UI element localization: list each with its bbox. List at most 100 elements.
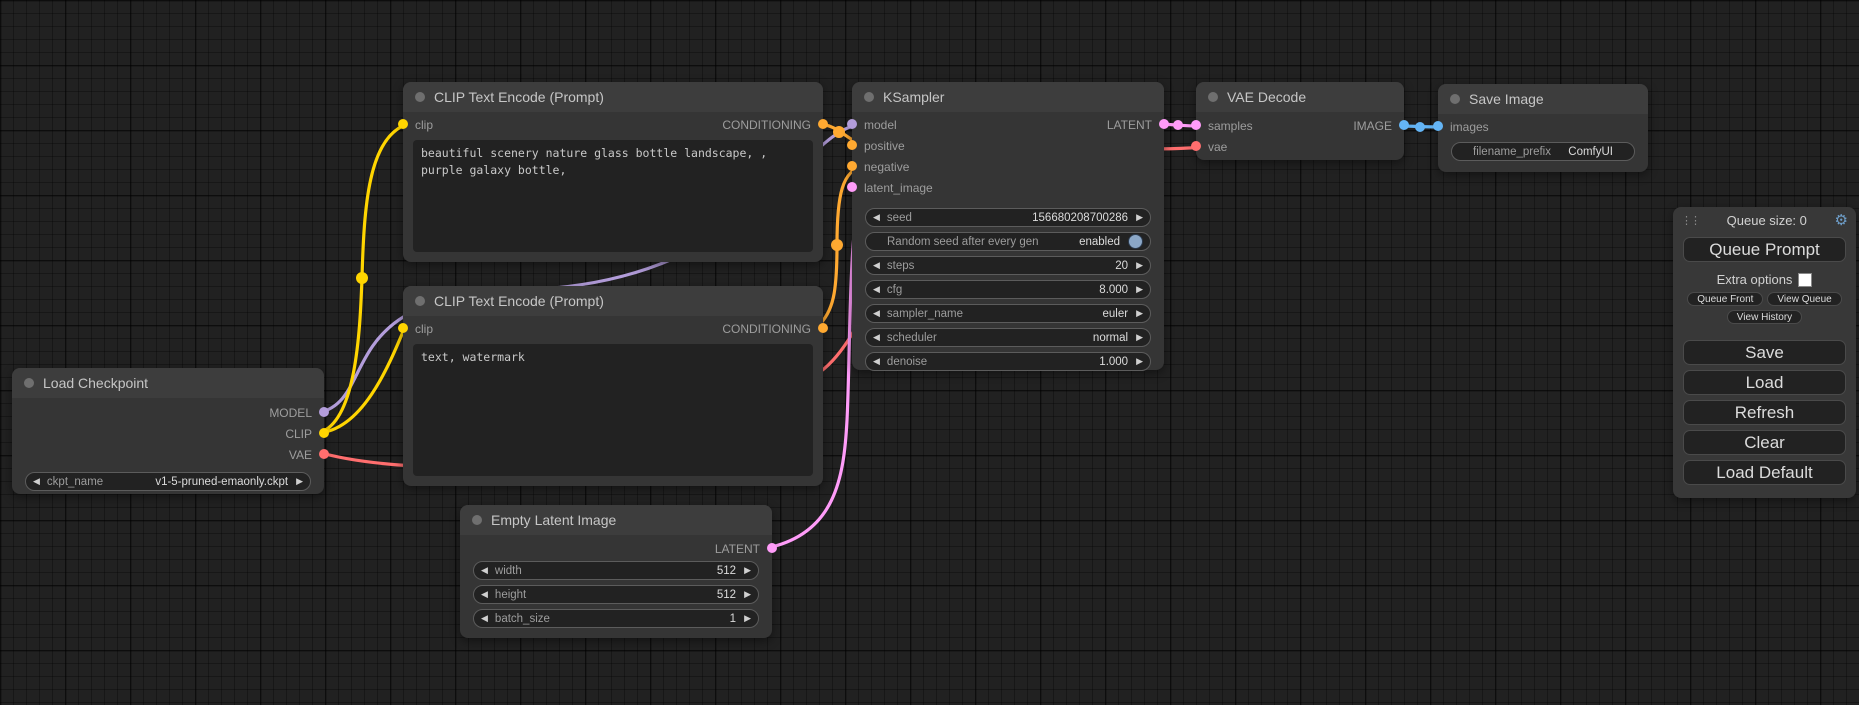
input-slot-clip[interactable] xyxy=(398,323,408,333)
node-load-checkpoint[interactable]: Load Checkpoint MODEL CLIP VAE ◀ ckpt_na… xyxy=(12,368,324,494)
prompt-textarea[interactable]: text, watermark xyxy=(413,344,813,476)
input-slot-model[interactable] xyxy=(847,119,857,129)
prev-arrow-icon[interactable]: ◀ xyxy=(873,213,880,222)
extra-options-label: Extra options xyxy=(1717,272,1793,287)
node-header[interactable]: Save Image xyxy=(1438,84,1648,114)
steps-widget[interactable]: ◀ steps 20 ▶ xyxy=(865,256,1151,275)
scheduler-widget[interactable]: ◀ scheduler normal ▶ xyxy=(865,328,1151,347)
next-arrow-icon[interactable]: ▶ xyxy=(744,566,751,575)
link-dot-conditioning-positive[interactable] xyxy=(833,126,845,138)
widget-value: 20 xyxy=(1115,260,1128,272)
sampler-name-widget[interactable]: ◀ sampler_name euler ▶ xyxy=(865,304,1151,323)
node-clip-text-encode-positive[interactable]: CLIP Text Encode (Prompt) clip CONDITION… xyxy=(403,82,823,262)
denoise-widget[interactable]: ◀ denoise 1.000 ▶ xyxy=(865,352,1151,371)
node-clip-text-encode-negative[interactable]: CLIP Text Encode (Prompt) clip CONDITION… xyxy=(403,286,823,486)
drag-handle-icon[interactable]: ⋮⋮ xyxy=(1681,214,1699,227)
prev-arrow-icon[interactable]: ◀ xyxy=(873,285,880,294)
input-slot-latent-image[interactable] xyxy=(847,182,857,192)
next-arrow-icon[interactable]: ▶ xyxy=(744,590,751,599)
output-slot-latent[interactable] xyxy=(767,543,777,553)
extra-options-checkbox[interactable] xyxy=(1798,273,1812,287)
collapse-dot-icon[interactable] xyxy=(415,296,425,306)
batch-size-widget[interactable]: ◀ batch_size 1 ▶ xyxy=(473,609,759,628)
link-dot-conditioning-negative[interactable] xyxy=(831,239,843,251)
output-slot-model[interactable] xyxy=(319,407,329,417)
cfg-widget[interactable]: ◀ cfg 8.000 ▶ xyxy=(865,280,1151,299)
node-title: KSampler xyxy=(883,89,944,105)
next-arrow-icon[interactable]: ▶ xyxy=(1136,213,1143,222)
output-slot-latent[interactable] xyxy=(1159,119,1169,129)
prev-arrow-icon[interactable]: ◀ xyxy=(481,614,488,623)
next-arrow-icon[interactable]: ▶ xyxy=(1136,309,1143,318)
node-header[interactable]: Empty Latent Image xyxy=(460,505,772,535)
input-slot-images[interactable] xyxy=(1433,121,1443,131)
widget-label: batch_size xyxy=(495,613,550,625)
next-arrow-icon[interactable]: ▶ xyxy=(1136,285,1143,294)
input-label-clip: clip xyxy=(415,322,433,336)
collapse-dot-icon[interactable] xyxy=(1450,94,1460,104)
queue-prompt-button[interactable]: Queue Prompt xyxy=(1683,237,1846,262)
input-slot-positive[interactable] xyxy=(847,140,857,150)
next-arrow-icon[interactable]: ▶ xyxy=(1136,357,1143,366)
input-slot-samples[interactable] xyxy=(1191,120,1201,130)
node-header[interactable]: KSampler xyxy=(852,82,1164,112)
next-arrow-icon[interactable]: ▶ xyxy=(1136,261,1143,270)
ckpt-name-widget[interactable]: ◀ ckpt_name v1-5-pruned-emaonly.ckpt ▶ xyxy=(25,472,311,491)
widget-value: normal xyxy=(1093,332,1128,344)
link-dot-clip[interactable] xyxy=(356,272,368,284)
next-arrow-icon[interactable]: ▶ xyxy=(1136,333,1143,342)
next-arrow-icon[interactable]: ▶ xyxy=(296,477,303,486)
node-header[interactable]: VAE Decode xyxy=(1196,82,1404,112)
graph-canvas[interactable]: Load Checkpoint MODEL CLIP VAE ◀ ckpt_na… xyxy=(0,0,1859,705)
prev-arrow-icon[interactable]: ◀ xyxy=(873,261,880,270)
random-seed-toggle-widget[interactable]: Random seed after every gen enabled xyxy=(865,232,1151,251)
output-slot-clip[interactable] xyxy=(319,428,329,438)
output-slot-vae[interactable] xyxy=(319,449,329,459)
collapse-dot-icon[interactable] xyxy=(24,378,34,388)
prev-arrow-icon[interactable]: ◀ xyxy=(873,309,880,318)
output-slot-image[interactable] xyxy=(1399,120,1409,130)
output-slot-conditioning[interactable] xyxy=(818,323,828,333)
next-arrow-icon[interactable]: ▶ xyxy=(744,614,751,623)
node-ksampler[interactable]: KSampler model LATENT positive negative … xyxy=(852,82,1164,370)
output-slot-conditioning[interactable] xyxy=(818,119,828,129)
seed-widget[interactable]: ◀ seed 156680208700286 ▶ xyxy=(865,208,1151,227)
collapse-dot-icon[interactable] xyxy=(472,515,482,525)
widget-label: filename_prefix xyxy=(1473,146,1551,158)
node-save-image[interactable]: Save Image images filename_prefix ComfyU… xyxy=(1438,84,1648,172)
toggle-circle-icon[interactable] xyxy=(1128,234,1143,249)
view-queue-button[interactable]: View Queue xyxy=(1767,292,1841,306)
prev-arrow-icon[interactable]: ◀ xyxy=(481,566,488,575)
prev-arrow-icon[interactable]: ◀ xyxy=(33,477,40,486)
queue-front-button[interactable]: Queue Front xyxy=(1687,292,1763,306)
save-button[interactable]: Save xyxy=(1683,340,1846,365)
prev-arrow-icon[interactable]: ◀ xyxy=(873,333,880,342)
width-widget[interactable]: ◀ width 512 ▶ xyxy=(473,561,759,580)
filename-prefix-widget[interactable]: filename_prefix ComfyUI xyxy=(1451,142,1635,161)
refresh-button[interactable]: Refresh xyxy=(1683,400,1846,425)
node-header[interactable]: CLIP Text Encode (Prompt) xyxy=(403,82,823,112)
collapse-dot-icon[interactable] xyxy=(1208,92,1218,102)
collapse-dot-icon[interactable] xyxy=(864,92,874,102)
input-slot-vae[interactable] xyxy=(1191,141,1201,151)
load-button[interactable]: Load xyxy=(1683,370,1846,395)
node-empty-latent-image[interactable]: Empty Latent Image LATENT ◀ width 512 ▶ … xyxy=(460,505,772,638)
node-vae-decode[interactable]: VAE Decode samples IMAGE vae xyxy=(1196,82,1404,160)
prev-arrow-icon[interactable]: ◀ xyxy=(481,590,488,599)
view-history-button[interactable]: View History xyxy=(1727,310,1802,324)
node-title: Save Image xyxy=(1469,91,1544,107)
settings-gear-icon[interactable]: ⚙ xyxy=(1835,213,1848,228)
wire-clip-to-negative[interactable] xyxy=(318,327,405,433)
link-dot-latent[interactable] xyxy=(1173,120,1183,130)
clear-button[interactable]: Clear xyxy=(1683,430,1846,455)
link-dot-image[interactable] xyxy=(1415,122,1425,132)
input-slot-negative[interactable] xyxy=(847,161,857,171)
height-widget[interactable]: ◀ height 512 ▶ xyxy=(473,585,759,604)
prompt-textarea[interactable]: beautiful scenery nature glass bottle la… xyxy=(413,140,813,252)
collapse-dot-icon[interactable] xyxy=(415,92,425,102)
node-header[interactable]: CLIP Text Encode (Prompt) xyxy=(403,286,823,316)
load-default-button[interactable]: Load Default xyxy=(1683,460,1846,485)
input-slot-clip[interactable] xyxy=(398,119,408,129)
node-header[interactable]: Load Checkpoint xyxy=(12,368,324,398)
prev-arrow-icon[interactable]: ◀ xyxy=(873,357,880,366)
